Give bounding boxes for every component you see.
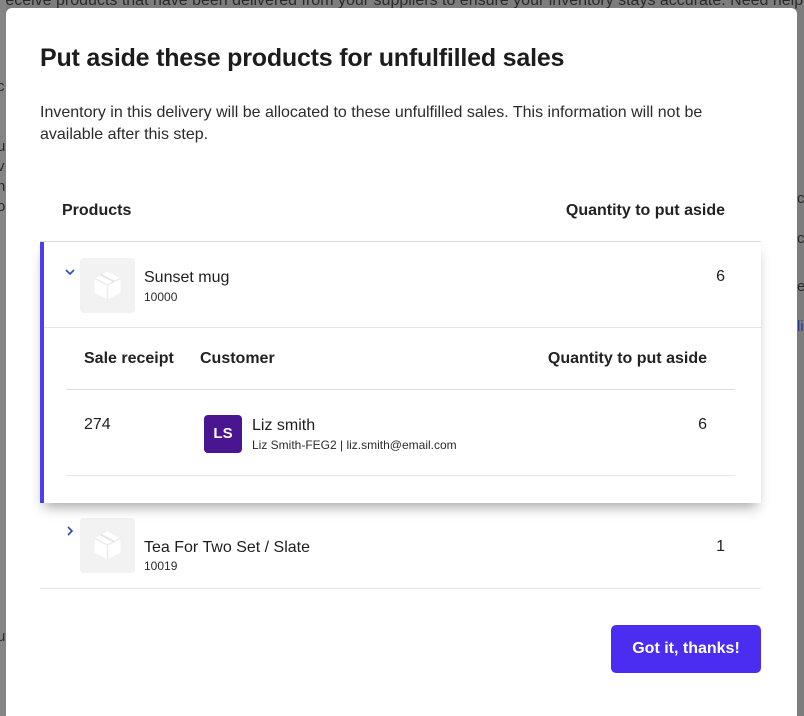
products-table-header: Products Quantity to put aside: [40, 192, 761, 242]
column-header-quantity: Quantity to put aside: [565, 202, 725, 219]
customer-name: Liz smith: [252, 417, 316, 434]
column-header-customer: Customer: [200, 350, 275, 367]
product-row[interactable]: Sunset mug 10000 6: [44, 242, 761, 328]
product-name: Tea For Two Set / Slate: [144, 539, 311, 556]
background-fragment: u: [0, 628, 6, 645]
background-fragment: e: [797, 278, 804, 295]
customer-avatar: LS: [204, 415, 242, 453]
product-row-expanded: Sunset mug 10000 6 Sale receipt Customer…: [40, 242, 761, 503]
product-quantity: 1: [716, 538, 725, 555]
chevron-down-icon[interactable]: [64, 266, 78, 280]
modal-title: Put aside these products for unfulfilled…: [40, 44, 565, 72]
sale-row: 274 LS Liz smith Liz Smith-FEG2 | liz.sm…: [66, 390, 735, 476]
column-header-sale-receipt: Sale receipt: [84, 350, 174, 367]
product-sku: 10000: [144, 290, 178, 304]
column-header-products: Products: [62, 202, 132, 219]
put-aside-modal: Put aside these products for unfulfilled…: [6, 8, 797, 716]
box-icon: [80, 258, 135, 313]
background-fragment: c: [797, 230, 804, 247]
sale-receipt-number: 274: [84, 416, 111, 433]
background-fragment: c: [0, 78, 5, 95]
product-row-collapsed[interactable]: Tea For Two Set / Slate 10019 1: [40, 503, 761, 589]
customer-detail: Liz Smith-FEG2 | liz.smith@email.com: [252, 438, 457, 452]
sale-quantity: 6: [698, 416, 707, 433]
box-icon: [80, 518, 135, 573]
background-fragment: h: [0, 178, 6, 195]
background-fragment: u: [0, 138, 6, 155]
chevron-right-icon[interactable]: [64, 525, 78, 539]
product-quantity: 6: [716, 268, 725, 285]
column-header-sale-quantity: Quantity to put aside: [547, 350, 707, 367]
background-fragment: li: [797, 318, 804, 335]
modal-description: Inventory in this delivery will be alloc…: [40, 104, 703, 143]
background-right-edge: c c e li: [796, 0, 804, 716]
background-fragment: v: [0, 158, 5, 175]
sales-table-header: Sale receipt Customer Quantity to put as…: [66, 328, 735, 390]
product-sku: 10019: [144, 559, 178, 573]
got-it-button[interactable]: Got it, thanks!: [611, 625, 761, 673]
product-name: Sunset mug: [144, 269, 230, 286]
background-fragment: o: [0, 198, 6, 215]
background-fragment: c: [797, 190, 804, 207]
